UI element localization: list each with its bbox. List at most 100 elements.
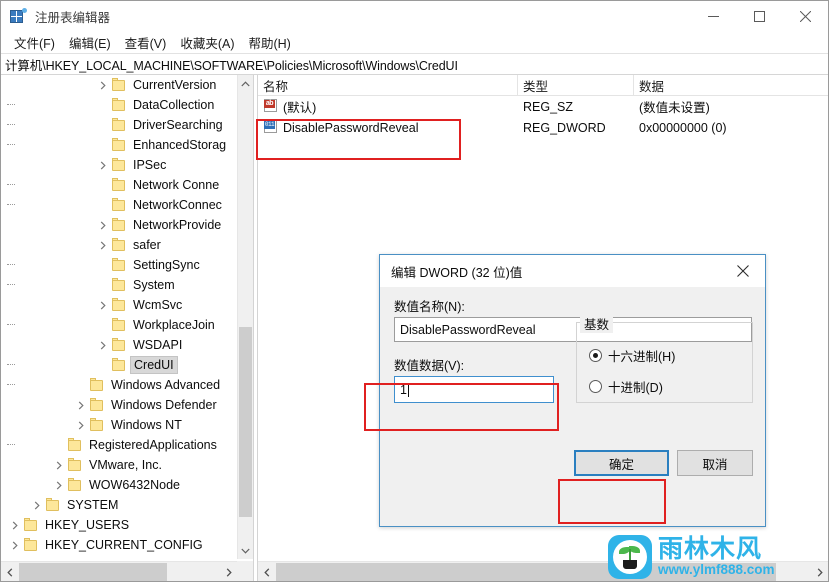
- menu-item-help[interactable]: 帮助(H): [241, 31, 297, 54]
- window-title: 注册表编辑器: [35, 10, 111, 25]
- tree-item-label: WSDAPI: [133, 338, 183, 352]
- tree-item-credui[interactable]: CredUI: [1, 355, 237, 375]
- value-name-cell: ab (默认): [263, 96, 523, 117]
- folder-icon: [111, 198, 127, 212]
- scroll-up-icon[interactable]: [238, 75, 253, 92]
- value-type-cell: REG_DWORD: [523, 120, 606, 135]
- scrollbar-corner: [237, 561, 253, 581]
- tree-item-safer[interactable]: safer: [1, 235, 237, 255]
- minimize-icon[interactable]: [690, 1, 736, 31]
- tree-item-workplacejoin[interactable]: WorkplaceJoin: [1, 315, 237, 335]
- tree-hscroll-thumb[interactable]: [19, 563, 167, 581]
- tree-horizontal-scrollbar[interactable]: [1, 561, 237, 581]
- tree-scroll-thumb[interactable]: [239, 327, 252, 517]
- tree-item-hkey-current-config[interactable]: HKEY_CURRENT_CONFIG: [1, 535, 237, 555]
- radio-hexadecimal[interactable]: 十六进制(H): [589, 346, 675, 365]
- radio-hexadecimal-label: 十六进制(H): [608, 350, 676, 364]
- close-icon[interactable]: [721, 255, 765, 286]
- close-icon[interactable]: [782, 1, 828, 31]
- string-value-icon: ab: [263, 99, 279, 114]
- tree-item-network-conne[interactable]: Network Conne: [1, 175, 237, 195]
- menu-item-favorites[interactable]: 收藏夹(A): [173, 31, 241, 54]
- folder-icon: [23, 518, 39, 532]
- folder-icon: [111, 98, 127, 112]
- tree-item-currentversion[interactable]: CurrentVersion: [1, 75, 237, 95]
- text-caret: [407, 382, 409, 397]
- tree-item-system[interactable]: System: [1, 275, 237, 295]
- chevron-right-icon[interactable]: [7, 515, 23, 535]
- radio-decimal[interactable]: 十进制(D): [589, 377, 663, 396]
- scroll-left-icon[interactable]: [258, 563, 275, 581]
- tree-item-driversearching[interactable]: DriverSearching: [1, 115, 237, 135]
- tree-item-label: WOW6432Node: [89, 478, 181, 492]
- tree-item-label: Network Conne: [133, 178, 220, 192]
- tree-item-system[interactable]: SYSTEM: [1, 495, 237, 515]
- values-list[interactable]: ab (默认) REG_SZ (数值未设置) 011 DisablePasswordRev…: [258, 96, 828, 138]
- chevron-right-icon[interactable]: [95, 235, 111, 255]
- dialog-title-bar: 编辑 DWORD (32 位)值: [380, 255, 765, 287]
- tree-item-label: Windows NT: [111, 418, 182, 432]
- value-data-cell: (数值未设置): [639, 101, 710, 115]
- column-header-type[interactable]: 类型: [518, 75, 634, 95]
- tree-connector: [7, 275, 111, 295]
- tree-vertical-scrollbar[interactable]: [237, 75, 253, 559]
- chevron-right-icon[interactable]: [95, 335, 111, 355]
- folder-icon: [89, 398, 105, 412]
- tree-item-wcmsvc[interactable]: WcmSvc: [1, 295, 237, 315]
- table-row[interactable]: 011 DisablePasswordReveal REG_DWORD 0x00000…: [258, 117, 828, 138]
- tree-item-hkey-users[interactable]: HKEY_USERS: [1, 515, 237, 535]
- folder-icon: [111, 178, 127, 192]
- folder-icon: [45, 498, 61, 512]
- scroll-right-icon[interactable]: [220, 563, 237, 581]
- tree-item-label: CurrentVersion: [133, 78, 217, 92]
- dword-value-icon: 011: [263, 120, 279, 135]
- chevron-right-icon[interactable]: [95, 215, 111, 235]
- registry-tree[interactable]: CurrentVersion DataCollection DriverSearch…: [1, 75, 237, 559]
- tree-item-vmware-inc[interactable]: VMware, Inc.: [1, 455, 237, 475]
- chevron-right-icon[interactable]: [51, 475, 67, 495]
- cancel-button[interactable]: 取消: [677, 450, 753, 476]
- tree-item-windows-advanced[interactable]: Windows Advanced: [1, 375, 237, 395]
- tree-item-windows-defender[interactable]: Windows Defender: [1, 395, 237, 415]
- tree-item-registeredapplications[interactable]: RegisteredApplications: [1, 435, 237, 455]
- tree-item-label: CredUI: [130, 356, 178, 374]
- chevron-right-icon[interactable]: [95, 155, 111, 175]
- tree-item-networkconnec[interactable]: NetworkConnec: [1, 195, 237, 215]
- folder-icon: [111, 238, 127, 252]
- chevron-right-icon[interactable]: [73, 415, 89, 435]
- chevron-right-icon[interactable]: [7, 535, 23, 555]
- maximize-icon[interactable]: [736, 1, 782, 31]
- column-header-name[interactable]: 名称: [258, 75, 518, 95]
- tree-item-settingsync[interactable]: SettingSync: [1, 255, 237, 275]
- ok-button[interactable]: 确定: [574, 450, 669, 476]
- value-data-field[interactable]: 1: [394, 376, 554, 403]
- address-bar[interactable]: 计算机\HKEY_LOCAL_MACHINE\SOFTWARE\Policies…: [1, 53, 828, 75]
- menu-item-view[interactable]: 查看(V): [118, 31, 174, 54]
- tree-item-ipsec[interactable]: IPSec: [1, 155, 237, 175]
- column-header-data[interactable]: 数据: [634, 75, 828, 95]
- folder-icon: [23, 538, 39, 552]
- folder-icon: [89, 378, 105, 392]
- registry-path: 计算机\HKEY_LOCAL_MACHINE\SOFTWARE\Policies…: [5, 58, 458, 73]
- menu-item-file[interactable]: 文件(F): [7, 31, 62, 54]
- radio-mark-icon: [589, 349, 602, 362]
- menu-item-edit[interactable]: 编辑(E): [62, 31, 118, 54]
- table-row[interactable]: ab (默认) REG_SZ (数值未设置): [258, 96, 828, 117]
- chevron-right-icon[interactable]: [51, 455, 67, 475]
- chevron-right-icon[interactable]: [73, 395, 89, 415]
- tree-item-enhancedstorag[interactable]: EnhancedStorag: [1, 135, 237, 155]
- tree-item-wow6432node[interactable]: WOW6432Node: [1, 475, 237, 495]
- folder-icon: [111, 158, 127, 172]
- chevron-right-icon[interactable]: [95, 295, 111, 315]
- tree-item-windows-nt[interactable]: Windows NT: [1, 415, 237, 435]
- base-group-label: 基数: [580, 314, 614, 333]
- folder-icon: [111, 118, 127, 132]
- chevron-right-icon[interactable]: [95, 75, 111, 95]
- tree-connector: [7, 115, 111, 135]
- tree-item-datacollection[interactable]: DataCollection: [1, 95, 237, 115]
- chevron-right-icon[interactable]: [29, 495, 45, 515]
- scroll-left-icon[interactable]: [1, 563, 18, 581]
- scroll-down-icon[interactable]: [238, 542, 253, 559]
- tree-item-networkprovide[interactable]: NetworkProvide: [1, 215, 237, 235]
- tree-item-wsdapi[interactable]: WSDAPI: [1, 335, 237, 355]
